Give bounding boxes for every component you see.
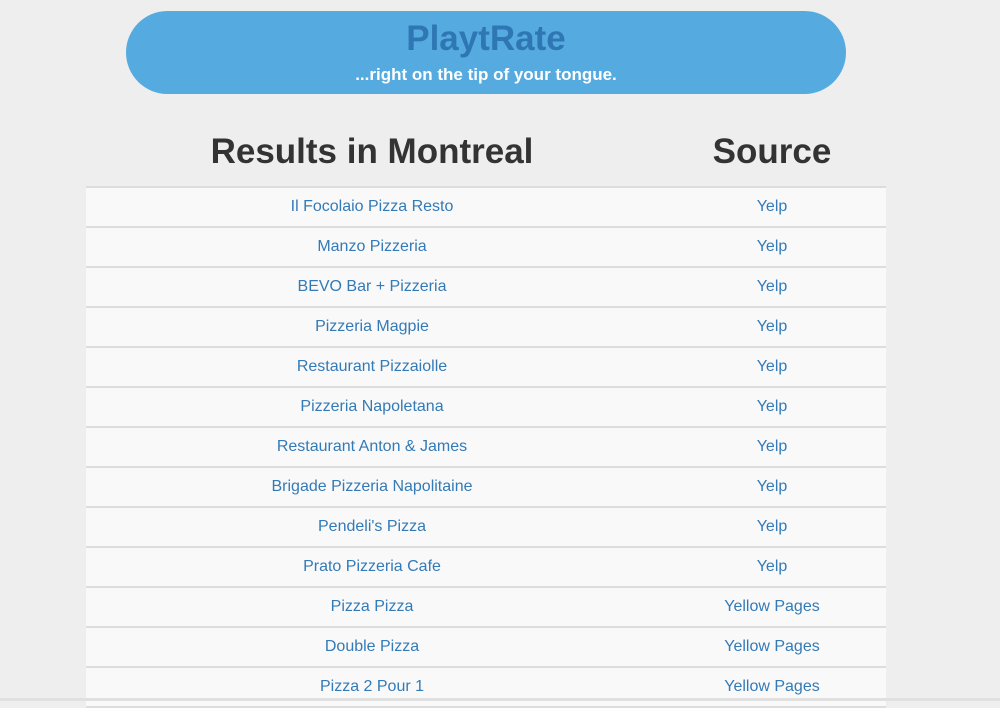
table-row: Pizzeria Magpie Yelp [86, 307, 886, 348]
table-row: Brigade Pizzeria Napolitaine Yelp [86, 467, 886, 508]
source-link[interactable]: Yelp [757, 278, 788, 295]
table-row: Pizza 2 Pour 1 Yellow Pages [86, 667, 886, 708]
table-row: Pendeli's Pizza Yelp [86, 507, 886, 548]
source-cell: Yelp [658, 467, 886, 508]
source-cell: Yelp [658, 347, 886, 388]
table-row: Manzo Pizzeria Yelp [86, 227, 886, 268]
table-row: Il Focolaio Pizza Resto Yelp [86, 187, 886, 228]
source-cell: Yelp [658, 547, 886, 588]
restaurant-link[interactable]: Pizza 2 Pour 1 [320, 678, 424, 695]
restaurant-link[interactable]: Il Focolaio Pizza Resto [291, 198, 454, 215]
table-row: Pizzeria Napoletana Yelp [86, 387, 886, 428]
source-link[interactable]: Yellow Pages [724, 598, 819, 615]
restaurant-cell: Pizza Pizza [86, 587, 658, 628]
restaurant-cell: Restaurant Pizzaiolle [86, 347, 658, 388]
brand-link[interactable]: PlaytRate [126, 11, 846, 59]
restaurant-link[interactable]: Prato Pizzeria Cafe [303, 558, 441, 575]
results-column-header: Results in Montreal [86, 118, 658, 188]
source-link[interactable]: Yelp [757, 398, 788, 415]
site-header: PlaytRate ...right on the tip of your to… [126, 11, 846, 94]
source-cell: Yellow Pages [658, 587, 886, 628]
table-row: Restaurant Pizzaiolle Yelp [86, 347, 886, 388]
restaurant-link[interactable]: Brigade Pizzeria Napolitaine [272, 478, 473, 495]
restaurant-cell: Manzo Pizzeria [86, 227, 658, 268]
source-link[interactable]: Yelp [757, 318, 788, 335]
restaurant-cell: Double Pizza [86, 627, 658, 668]
source-cell: Yelp [658, 387, 886, 428]
restaurant-cell: BEVO Bar + Pizzeria [86, 267, 658, 308]
restaurant-cell: Pizzeria Napoletana [86, 387, 658, 428]
source-cell: Yelp [658, 187, 886, 228]
source-link[interactable]: Yelp [757, 198, 788, 215]
restaurant-link[interactable]: Restaurant Anton & James [277, 438, 467, 455]
table-row: Pizza Pizza Yellow Pages [86, 587, 886, 628]
restaurant-link[interactable]: Restaurant Pizzaiolle [297, 358, 447, 375]
table-row: Prato Pizzeria Cafe Yelp [86, 547, 886, 588]
restaurant-cell: Pizzeria Magpie [86, 307, 658, 348]
source-cell: Yelp [658, 507, 886, 548]
source-link[interactable]: Yelp [757, 438, 788, 455]
source-cell: Yelp [658, 427, 886, 468]
source-link[interactable]: Yelp [757, 358, 788, 375]
source-link[interactable]: Yelp [757, 478, 788, 495]
restaurant-cell: Pizza 2 Pour 1 [86, 667, 658, 708]
restaurant-link[interactable]: Pizzeria Magpie [315, 318, 429, 335]
restaurant-link[interactable]: Double Pizza [325, 638, 419, 655]
table-row: Restaurant Anton & James Yelp [86, 427, 886, 468]
restaurant-link[interactable]: Pizzeria Napoletana [300, 398, 443, 415]
tagline: ...right on the tip of your tongue. [355, 65, 617, 84]
source-link[interactable]: Yelp [757, 518, 788, 535]
restaurant-cell: Prato Pizzeria Cafe [86, 547, 658, 588]
restaurant-link[interactable]: Pendeli's Pizza [318, 518, 426, 535]
source-link[interactable]: Yelp [757, 558, 788, 575]
source-column-header: Source [658, 118, 886, 188]
source-cell: Yelp [658, 307, 886, 348]
source-link[interactable]: Yellow Pages [724, 638, 819, 655]
table-header-row: Results in Montreal Source [86, 118, 886, 188]
restaurant-link[interactable]: BEVO Bar + Pizzeria [298, 278, 447, 295]
results-table: Results in Montreal Source Il Focolaio P… [86, 118, 886, 708]
table-row: BEVO Bar + Pizzeria Yelp [86, 267, 886, 308]
source-cell: Yelp [658, 267, 886, 308]
restaurant-cell: Brigade Pizzeria Napolitaine [86, 467, 658, 508]
source-cell: Yellow Pages [658, 627, 886, 668]
restaurant-cell: Pendeli's Pizza [86, 507, 658, 548]
restaurant-link[interactable]: Pizza Pizza [331, 598, 414, 615]
restaurant-cell: Restaurant Anton & James [86, 427, 658, 468]
source-cell: Yelp [658, 227, 886, 268]
source-cell: Yellow Pages [658, 667, 886, 708]
table-row: Double Pizza Yellow Pages [86, 627, 886, 668]
source-link[interactable]: Yellow Pages [724, 678, 819, 695]
restaurant-link[interactable]: Manzo Pizzeria [317, 238, 426, 255]
source-link[interactable]: Yelp [757, 238, 788, 255]
restaurant-cell: Il Focolaio Pizza Resto [86, 187, 658, 228]
